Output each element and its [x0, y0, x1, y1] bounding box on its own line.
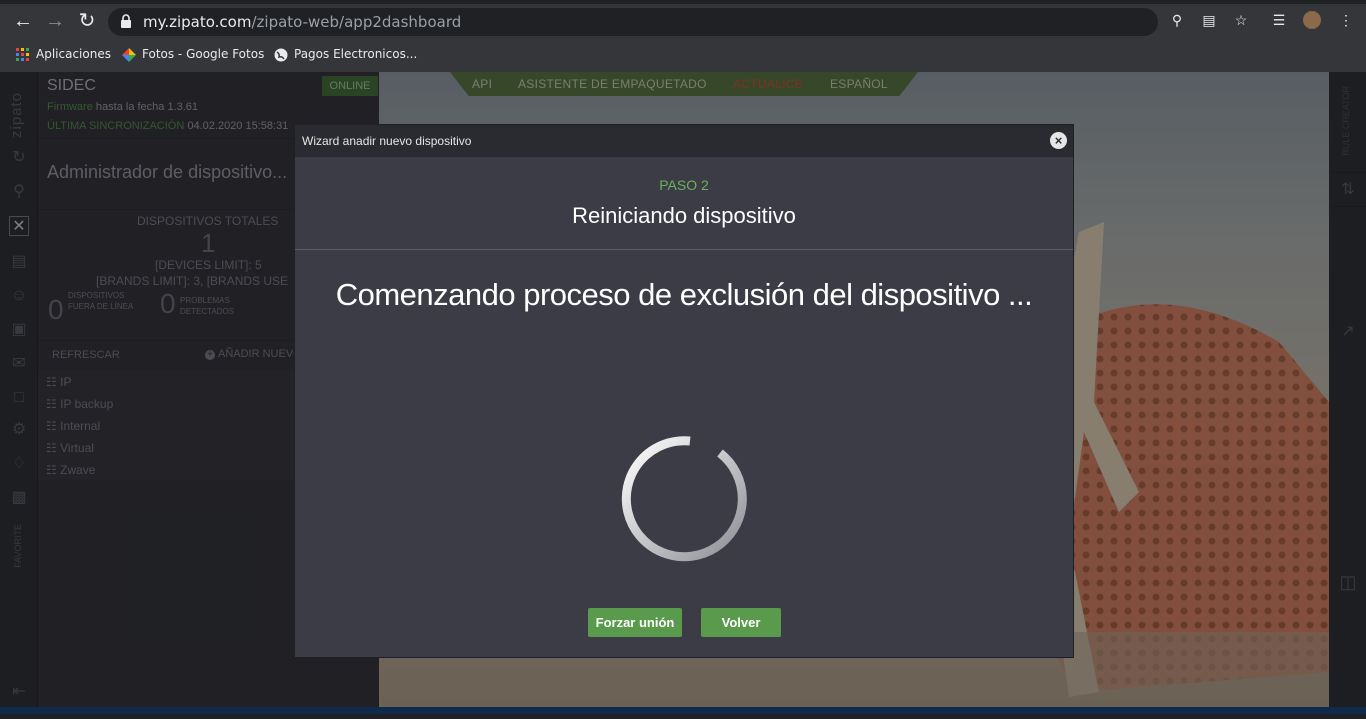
status-message: Comenzando proceso de exclusión del disp…: [335, 277, 1033, 312]
star-icon[interactable]: ☆: [1232, 11, 1250, 29]
tab-strip: [0, 0, 1366, 4]
address-bar[interactable]: my.zipato.com/zipato-web/app2dashboard: [108, 8, 1158, 36]
url-path: /zipato-web/app2dashboard: [251, 13, 462, 31]
bookmark-label: Pagos Electronicos...: [294, 47, 418, 61]
reload-icon[interactable]: ↻: [76, 10, 98, 32]
bookmark-google-photos[interactable]: Fotos - Google Fotos: [122, 46, 264, 64]
bookmark-label: Aplicaciones: [36, 47, 111, 61]
apps-grid-icon: [16, 47, 29, 61]
bookmarks-bar: Aplicaciones Fotos - Google Fotos Pagos …: [0, 42, 1366, 66]
forward-icon[interactable]: →: [44, 10, 66, 32]
url-text: my.zipato.com/zipato-web/app2dashboard: [143, 13, 461, 31]
close-icon[interactable]: ×: [1050, 132, 1067, 149]
divider: [295, 249, 1073, 250]
bookmark-apps[interactable]: Aplicaciones: [16, 46, 111, 64]
translate-icon[interactable]: ▤: [1200, 11, 1218, 29]
step-label: PASO 2: [659, 177, 709, 193]
back-button[interactable]: Volver: [701, 608, 781, 637]
key-icon[interactable]: ⚲: [1168, 11, 1186, 29]
avatar[interactable]: [1303, 11, 1321, 29]
lock-icon: [121, 14, 131, 28]
bookmark-label: Fotos - Google Fotos: [142, 47, 265, 61]
modal-header: Wizard anadir nuevo dispositivo ×: [295, 125, 1073, 157]
taskbar-strip: [0, 707, 1366, 714]
step-title: Reiniciando dispositivo: [572, 203, 796, 228]
back-icon[interactable]: ←: [12, 10, 34, 32]
browser-chrome: ← → ↻ my.zipato.com/zipato-web/app2dashb…: [0, 0, 1366, 72]
loading-spinner: [621, 436, 747, 562]
bookmark-pagos[interactable]: Pagos Electronicos...: [274, 46, 417, 64]
url-host: my.zipato.com: [143, 13, 252, 31]
menu-icon[interactable]: ⋮: [1337, 11, 1355, 29]
media-control-icon[interactable]: ☰: [1270, 11, 1288, 29]
google-photos-icon: [122, 47, 136, 62]
globe-icon: [274, 48, 288, 61]
force-join-button[interactable]: Forzar unión: [588, 608, 682, 637]
modal-title: Wizard anadir nuevo dispositivo: [302, 134, 472, 148]
add-device-wizard-modal: Wizard anadir nuevo dispositivo × PASO 2…: [294, 124, 1074, 658]
